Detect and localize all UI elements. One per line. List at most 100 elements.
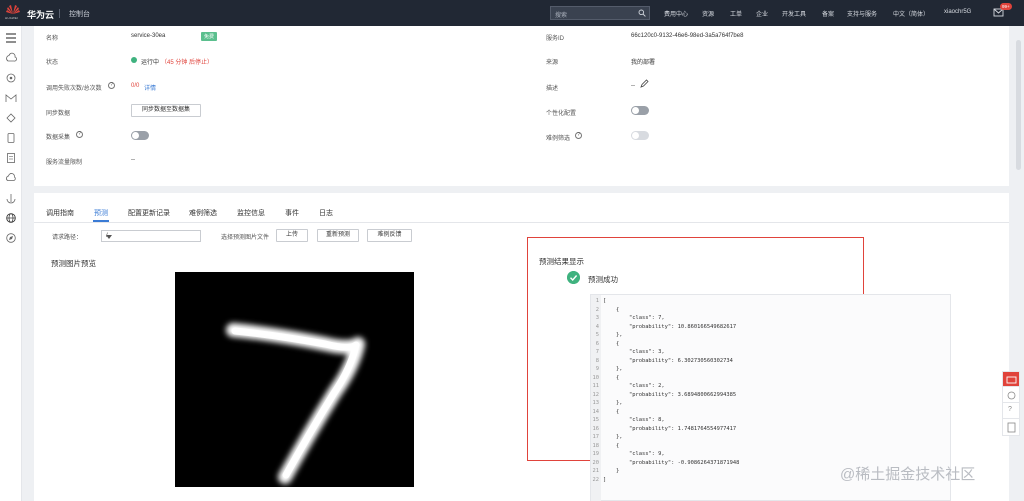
request-path-select[interactable]: / [101, 230, 201, 242]
message-badge: 99+ [1000, 3, 1012, 10]
file-select-label: 选择预测图片文件 [221, 235, 270, 241]
menu-icon[interactable] [5, 32, 17, 44]
status-value: 运行中 [141, 60, 160, 66]
help-icon[interactable]: ? [76, 131, 83, 138]
personal-config-toggle[interactable] [631, 106, 649, 115]
line-number: 9 [595, 366, 599, 372]
predict-card: 调用指南 预测 配置更新记录 难例筛选 监控信息 事件 日志 请求路径： / 选… [34, 193, 1009, 501]
compass-icon[interactable] [5, 232, 17, 244]
database-icon[interactable] [5, 132, 17, 144]
running-status-icon [131, 57, 137, 63]
tab-events[interactable]: 事件 [285, 208, 299, 218]
code-line: 4 "probability": 10.860166549682617 [591, 323, 952, 332]
calls-value: 0/0 [131, 83, 140, 89]
hard-feedback-button[interactable]: 难例反馈 [367, 229, 412, 242]
predict-image-preview [175, 272, 414, 487]
nav-billing[interactable]: 费用中心 [664, 9, 688, 18]
globe-icon[interactable] [5, 212, 17, 224]
success-text: 预测成功 [588, 275, 618, 284]
code-text: "probability": 6.302730560302734 [603, 357, 733, 364]
nav-resources[interactable]: 资源 [702, 9, 714, 18]
chevron-down-icon [106, 235, 112, 239]
hard-filter-toggle[interactable] [631, 131, 649, 140]
console-link[interactable]: 控制台 [69, 9, 90, 19]
line-number: 20 [592, 459, 600, 466]
code-text: "class": 3, [603, 349, 665, 355]
search-icon[interactable] [638, 9, 646, 17]
line-number: 14 [592, 408, 600, 415]
nav-enterprise[interactable]: 企业 [756, 9, 768, 18]
source-label: 来源 [546, 60, 559, 66]
line-number: 17 [592, 434, 600, 440]
data-collect-toggle[interactable] [131, 131, 149, 140]
line-number: 7 [595, 349, 599, 355]
line-number: 13 [592, 400, 600, 406]
anchor-icon[interactable] [5, 192, 17, 204]
code-line: 6 { [591, 340, 952, 349]
status-label: 状态 [46, 60, 59, 66]
notes-icon [1007, 422, 1016, 433]
network-icon[interactable] [5, 72, 17, 84]
line-number: 3 [595, 315, 599, 321]
tab-hard-filter[interactable]: 难例筛选 [189, 208, 217, 218]
upload-button[interactable]: 上传 [276, 229, 308, 242]
nav-tickets[interactable]: 工单 [730, 9, 742, 18]
code-line: 17 }, [591, 433, 952, 442]
search-box[interactable]: 搜索 [550, 6, 650, 20]
tab-logs[interactable]: 日志 [319, 208, 333, 218]
brand-title[interactable]: 华为云 [27, 8, 54, 21]
top-navigation-bar: HUAWEI 华为云 控制台 搜索 费用中心 资源 工单 企业 开发工具 备案 … [0, 0, 1024, 26]
cloud-icon[interactable] [5, 52, 17, 64]
bridge-icon[interactable] [5, 92, 17, 104]
huawei-flower-icon [6, 5, 20, 14]
batch-label: 服务流量限制 [46, 160, 83, 166]
code-line: 11 "class": 2, [591, 382, 952, 391]
search-input[interactable]: 搜索 [555, 10, 567, 19]
left-sidebar [0, 26, 22, 501]
cloud-service-icon[interactable] [5, 172, 17, 184]
code-text: }, [603, 332, 623, 338]
line-number: 18 [592, 442, 600, 449]
code-text: }, [603, 400, 623, 406]
document-icon[interactable] [5, 152, 17, 164]
line-number: 21 [592, 468, 600, 474]
code-text: { [603, 306, 620, 313]
calls-label: 调用失败次数/总次数 [46, 86, 102, 92]
monitor-icon [1006, 376, 1017, 384]
tab-config-history[interactable]: 配置更新记录 [128, 208, 170, 218]
help-icon[interactable]: ? [108, 82, 115, 89]
code-text: [ [603, 298, 607, 304]
code-text: { [603, 442, 620, 449]
source-value: 我的部署 [631, 60, 656, 66]
chat-icon [1007, 391, 1016, 400]
sync-dataset-button[interactable]: 同步数据至数据集 [131, 104, 201, 117]
name-value: service-30ea [131, 33, 166, 39]
code-line: 14 { [591, 408, 952, 417]
notes-float-button[interactable] [1002, 418, 1020, 436]
code-line: 2 { [591, 306, 952, 315]
digit-seven-image [226, 323, 365, 484]
nav-username[interactable]: xiaochr5G [944, 9, 971, 15]
tab-predict[interactable]: 预测 [94, 208, 108, 218]
code-line: 12 "probability": 3.6894800662994385 [591, 391, 952, 400]
line-number: 6 [595, 340, 599, 347]
question-icon: ? [1008, 406, 1012, 413]
edit-icon[interactable] [640, 79, 649, 88]
tab-monitoring[interactable]: 监控信息 [237, 208, 265, 218]
tab-call-guide[interactable]: 调用指南 [46, 208, 74, 218]
storage-icon[interactable] [5, 112, 17, 124]
check-circle-icon [567, 271, 580, 284]
huawei-logo[interactable]: HUAWEI [5, 4, 22, 22]
page-scrollbar[interactable] [1016, 40, 1021, 170]
help-icon[interactable]: ? [575, 132, 582, 139]
nav-language[interactable]: 中文（简体） [893, 9, 929, 18]
calls-detail-link[interactable]: 详情 [144, 83, 156, 92]
service-id-value: 66c120c0-9132-46e6-98ed-3a5a764f7be8 [631, 33, 744, 39]
nav-filing[interactable]: 备案 [822, 9, 834, 18]
nav-support[interactable]: 支持与服务 [847, 9, 877, 18]
code-line: 3 "class": 7, [591, 314, 952, 323]
repredict-button[interactable]: 重新预测 [317, 229, 359, 242]
nav-dev-tools[interactable]: 开发工具 [782, 9, 806, 18]
code-text: "probability": 10.860166549682617 [603, 323, 737, 330]
request-path-label: 请求路径： [52, 235, 83, 241]
